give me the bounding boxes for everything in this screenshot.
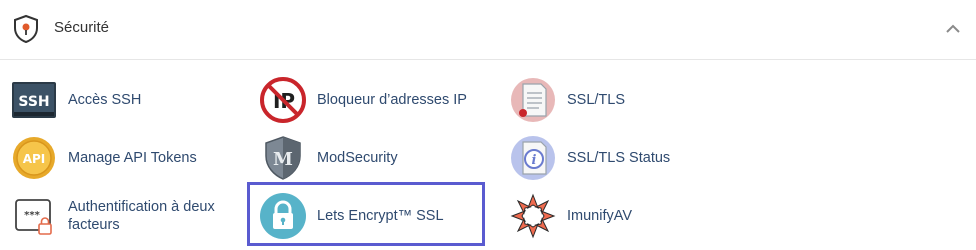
item-label: ImunifyAV	[567, 208, 633, 224]
item-label: SSL/TLS Status	[567, 150, 671, 166]
svg-text:SSH: SSH	[18, 94, 49, 110]
item-label: ModSecurity	[317, 150, 398, 166]
shield-icon	[14, 14, 38, 44]
svg-text:***: ***	[24, 210, 40, 221]
item-modsecurity[interactable]: M ModSecurity	[259, 134, 398, 182]
item-ssl-tls[interactable]: SSL/TLS	[509, 76, 625, 124]
modsecurity-shield-icon: M	[265, 136, 301, 180]
item-label: Accès SSH	[68, 92, 142, 108]
security-panel: Sécurité SSH Accès SSH API Manage API To…	[0, 0, 976, 250]
section-header[interactable]: Sécurité	[0, 0, 976, 60]
item-ip-blocker[interactable]: IP Bloqueur d’adresses IP	[259, 76, 467, 124]
two-factor-auth-icon: ***	[15, 199, 52, 235]
section-title: Sécurité	[54, 19, 110, 36]
svg-text:i: i	[532, 153, 537, 168]
chevron-up-icon[interactable]	[944, 22, 962, 36]
item-imunifyav[interactable]: ImunifyAV	[509, 192, 632, 240]
item-label: Bloqueur d’adresses IP	[317, 92, 467, 108]
certificate-status-icon: i	[511, 136, 555, 180]
item-ssl-tls-status[interactable]: i SSL/TLS Status	[509, 134, 670, 182]
svg-text:API: API	[23, 152, 46, 166]
ssh-terminal-icon: SSH	[12, 82, 56, 118]
item-ssh-access[interactable]: SSH Accès SSH	[10, 76, 141, 124]
item-two-factor-auth[interactable]: *** Authentification à deux facteurs	[10, 192, 238, 240]
item-label: SSL/TLS	[567, 92, 626, 108]
svg-text:M: M	[273, 149, 293, 170]
item-label: Manage API Tokens	[68, 150, 197, 166]
imunify-icon	[510, 193, 556, 239]
item-manage-api-tokens[interactable]: API Manage API Tokens	[10, 134, 197, 182]
certificate-icon	[511, 78, 555, 122]
highlight-box	[247, 182, 485, 246]
ip-blocker-icon: IP	[260, 77, 306, 123]
api-coin-icon: API	[13, 137, 55, 179]
item-label: Authentification à deux facteurs	[68, 199, 215, 233]
